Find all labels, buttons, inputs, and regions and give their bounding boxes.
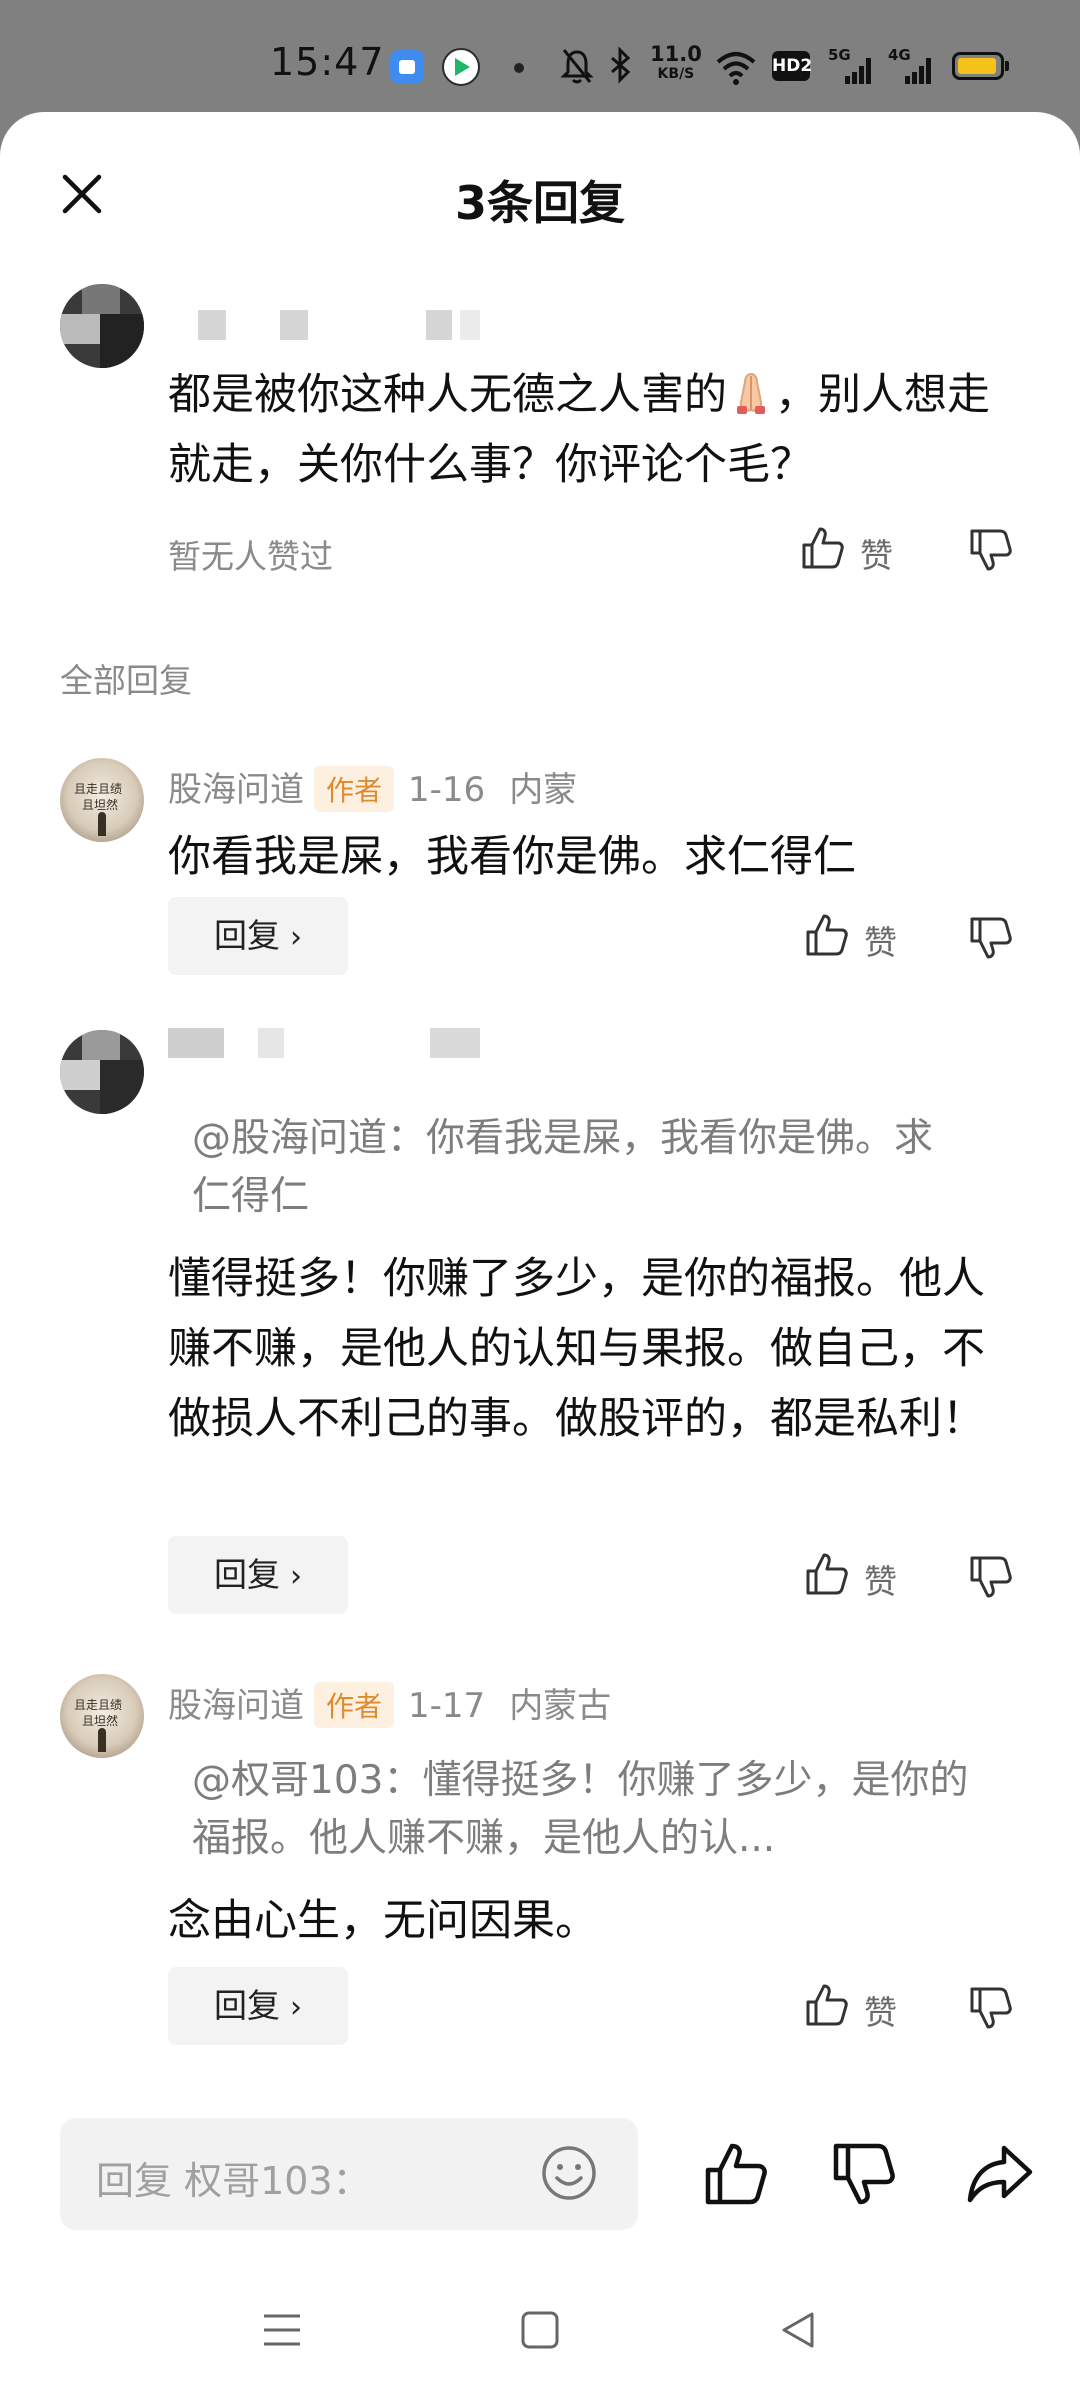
back-nav-icon[interactable]	[778, 2310, 818, 2350]
section-all-replies: 全部回复	[60, 661, 192, 700]
author-name[interactable]: 股海问道	[168, 770, 304, 810]
avatar[interactable]	[60, 1030, 144, 1114]
reply-date: 1-16	[408, 770, 486, 810]
praying-hands-emoji	[737, 372, 765, 414]
replies-sheet: 3条回复 都是被你这种人无德之人害的 ，别人想走就走，关你什么事？你评论个毛？ …	[0, 112, 1080, 2400]
avatar[interactable]: 且走且绩 且坦然	[60, 758, 144, 842]
reply-meta: 股海问道 作者 1-17 内蒙古	[168, 1678, 611, 1731]
reply-input-placeholder: 回复 权哥103：	[96, 2159, 371, 2203]
emoji-icon[interactable]	[540, 2144, 598, 2202]
reply-text: 你看我是屎，我看你是佛。求仁得仁	[168, 832, 856, 882]
reply-location: 内蒙古	[509, 1686, 612, 1726]
more-notifications-dot	[514, 63, 524, 73]
reply-input[interactable]: 回复 权哥103：	[60, 2118, 638, 2230]
thumbs-down-icon[interactable]	[968, 1554, 1014, 1600]
quoted-reply: @权哥103：懂得挺多！你赚了多少，是你的福报。他人赚不赚，是他人的认...	[192, 1758, 969, 1861]
thumbs-down-icon[interactable]	[968, 1985, 1014, 2031]
author-badge: 作者	[314, 765, 395, 812]
thumbs-down-icon[interactable]	[830, 2140, 898, 2208]
thumbs-up-icon	[802, 527, 844, 569]
avatar[interactable]: 且走且绩 且坦然	[60, 1674, 144, 1758]
like-button[interactable]: 赞	[804, 1551, 914, 1601]
reply-location: 内蒙	[509, 770, 578, 810]
hd-voice-badge: HD2	[772, 51, 812, 81]
reply-date: 1-17	[408, 1686, 486, 1726]
reply-meta: 股海问道 作者 1-16 内蒙	[168, 762, 577, 815]
like-button[interactable]: 赞	[804, 912, 914, 962]
video-app-icon	[442, 48, 480, 86]
author-name[interactable]: 股海问道	[168, 1686, 304, 1726]
thumbs-down-icon[interactable]	[968, 915, 1014, 961]
thumbs-up-icon[interactable]	[702, 2140, 770, 2208]
reply-text: 念由心生，无问因果。	[168, 1896, 598, 1946]
status-time: 15:47	[270, 40, 385, 84]
like-button[interactable]: 赞	[804, 1982, 914, 2032]
like-button[interactable]: 赞	[800, 525, 910, 575]
author-badge: 作者	[314, 1681, 395, 1728]
mute-icon	[560, 49, 594, 84]
sheet-title: 3条回复	[454, 176, 625, 230]
avatar[interactable]	[60, 284, 144, 368]
thumbs-up-icon	[806, 914, 848, 956]
reply-text: 懂得挺多！你赚了多少，是你的福报。他人赚不赚，是他人的认知与果报。做自己，不做损…	[168, 1254, 985, 1444]
thumbs-up-icon	[806, 1984, 848, 2026]
thumbs-down-icon[interactable]	[968, 527, 1014, 573]
reply-button[interactable]: 回复 ›	[168, 1967, 348, 2045]
share-icon[interactable]	[966, 2140, 1034, 2208]
reply-button[interactable]: 回复 ›	[168, 1536, 348, 1614]
battery-icon	[952, 52, 1009, 80]
menu-nav-icon[interactable]	[262, 2310, 302, 2350]
quoted-reply: @股海问道：你看我是屎，我看你是佛。求仁得仁	[192, 1116, 934, 1219]
reply-button[interactable]: 回复 ›	[168, 897, 348, 975]
home-nav-icon[interactable]	[520, 2310, 560, 2350]
network-speed: 11.0 KB/S	[650, 42, 702, 83]
likes-status: 暂无人赞过	[168, 537, 333, 576]
bluetooth-icon	[611, 46, 631, 84]
comment-text: 都是被你这种人无德之人害的 ，别人想走就走，关你什么事？你评论个毛？	[168, 360, 1028, 500]
thumbs-up-icon	[806, 1553, 848, 1595]
wifi-icon	[716, 52, 756, 85]
status-bar: 15:47 11.0 KB/S HD2 5G 4G	[0, 0, 1080, 112]
app-notification-icon	[390, 50, 424, 84]
